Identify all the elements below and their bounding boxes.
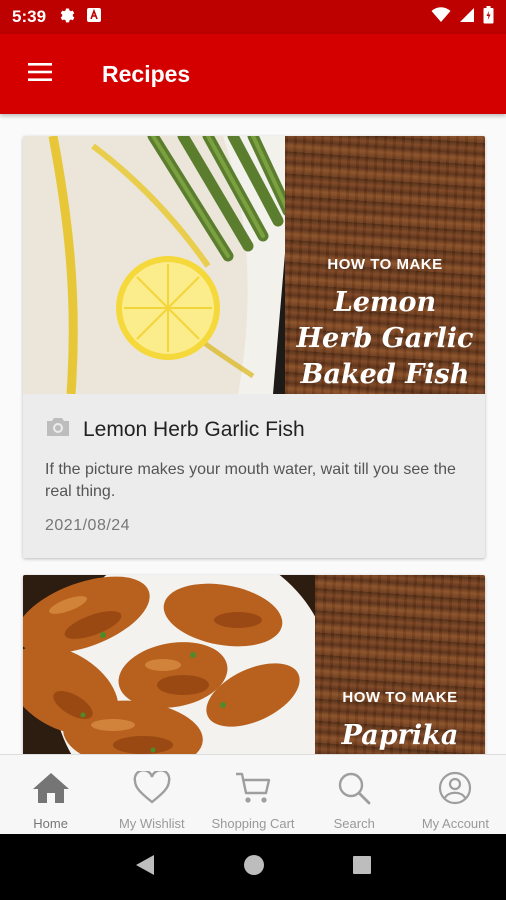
- image-script-line: Herb Garlic: [296, 323, 474, 354]
- nav-home[interactable]: Home: [0, 755, 101, 834]
- search-icon: [334, 771, 374, 810]
- image-heading: HOW TO MAKE: [327, 256, 443, 273]
- bottom-navigation: Home My Wishlist Shopping Cart Search My…: [0, 754, 506, 834]
- recipe-card[interactable]: HOW TO MAKE Lemon Herb Garlic Baked Fish…: [23, 136, 485, 558]
- image-caption: HOW TO MAKE Lemon Herb Garlic Baked Fish: [285, 136, 485, 394]
- wifi-icon: [431, 6, 451, 28]
- notification-a-icon: [86, 7, 102, 28]
- image-script-line: Lemon: [333, 287, 437, 318]
- camera-icon: [45, 416, 71, 443]
- image-heading: HOW TO MAKE: [342, 689, 458, 706]
- recipe-list[interactable]: HOW TO MAKE Lemon Herb Garlic Baked Fish…: [0, 114, 506, 754]
- recipe-title: Lemon Herb Garlic Fish: [83, 417, 305, 441]
- nav-label: My Wishlist: [118, 816, 185, 831]
- recipe-image: HOW TO MAKE Paprika: [23, 575, 485, 754]
- app-bar: Recipes: [0, 34, 506, 114]
- image-script-line: Baked Fish: [300, 359, 470, 390]
- recipe-date: 2021/08/24: [45, 517, 131, 534]
- image-script-line: Paprika: [341, 720, 459, 751]
- nav-shopping-cart[interactable]: Shopping Cart: [202, 755, 303, 834]
- recipe-image: HOW TO MAKE Lemon Herb Garlic Baked Fish: [23, 136, 485, 394]
- recipe-description: If the picture makes your mouth water, w…: [45, 461, 456, 500]
- home-circle-icon[interactable]: [243, 854, 265, 881]
- nav-label: Home: [33, 816, 68, 831]
- hamburger-menu-icon: [28, 62, 52, 87]
- nav-account[interactable]: My Account: [405, 755, 506, 834]
- image-caption: HOW TO MAKE Paprika: [315, 575, 485, 754]
- cart-icon: [233, 771, 273, 810]
- nav-wishlist[interactable]: My Wishlist: [101, 755, 202, 834]
- settings-gear-icon: [58, 6, 76, 29]
- battery-icon: [483, 5, 494, 29]
- nav-label: My Account: [421, 816, 490, 831]
- recents-icon[interactable]: [352, 855, 372, 880]
- home-icon: [31, 771, 71, 810]
- menu-button[interactable]: [0, 34, 80, 114]
- account-icon: [435, 771, 475, 810]
- page-title: Recipes: [102, 60, 191, 87]
- heart-icon: [132, 769, 172, 810]
- status-time: 5:39: [12, 7, 47, 26]
- back-icon[interactable]: [134, 853, 156, 882]
- system-navigation-bar: [0, 834, 506, 900]
- nav-label: Search: [333, 816, 375, 831]
- recipe-card[interactable]: HOW TO MAKE Paprika: [23, 575, 485, 754]
- status-bar: 5:39: [0, 0, 506, 34]
- nav-search[interactable]: Search: [304, 755, 405, 834]
- cell-signal-icon: [459, 7, 475, 28]
- nav-label: Shopping Cart: [211, 816, 295, 831]
